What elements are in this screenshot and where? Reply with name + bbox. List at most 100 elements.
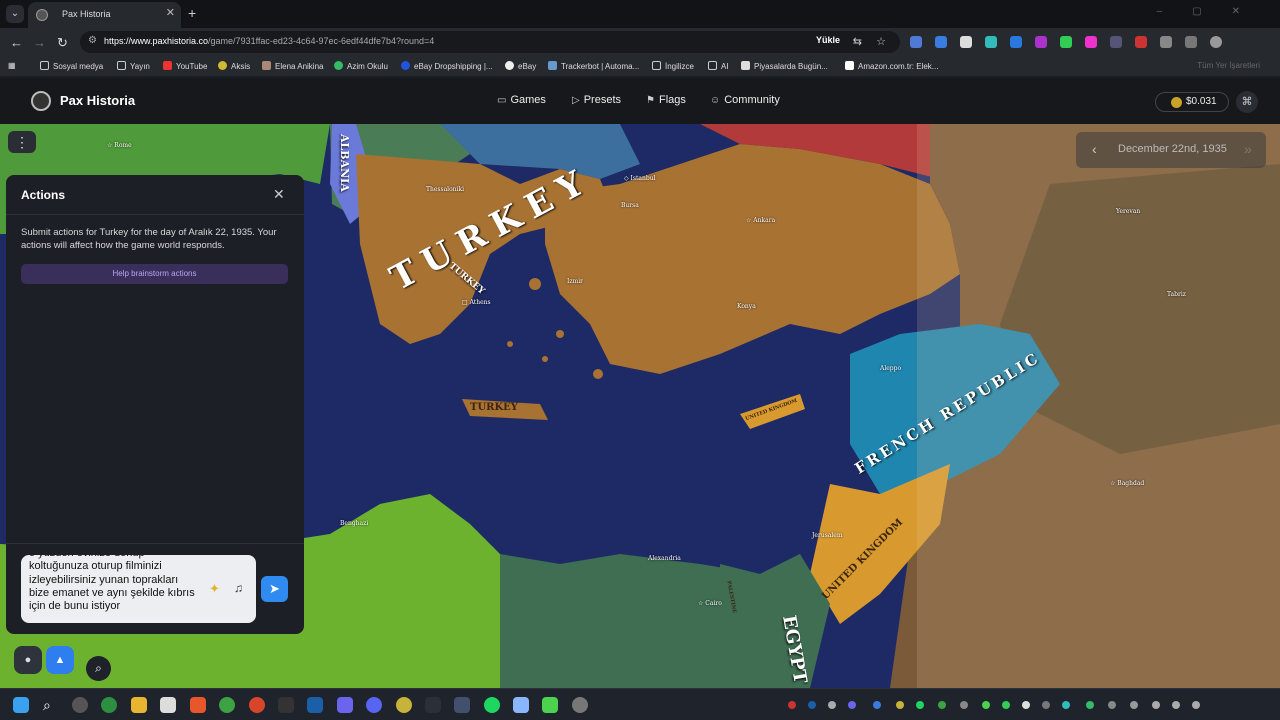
bookmark-item[interactable]: Aksis <box>218 61 250 71</box>
nav-flags[interactable]: ⚑ Flags <box>646 94 686 106</box>
app-icon[interactable] <box>572 697 588 713</box>
site-brand[interactable]: Pax Historia <box>60 93 135 108</box>
send-button[interactable]: ➤ <box>261 576 288 602</box>
app-icon[interactable] <box>425 697 441 713</box>
app-icon[interactable] <box>72 697 88 713</box>
address-bar[interactable]: ⚙ https://www.paxhistoria.co/game/7931ff… <box>80 31 900 53</box>
city-rome[interactable]: ☆ Rome <box>107 142 132 149</box>
bookmark-item[interactable]: Elena Anikina <box>262 61 323 71</box>
extension-icon[interactable] <box>985 36 997 48</box>
map-search-button[interactable]: ⌕ <box>86 656 111 681</box>
sparkle-icon[interactable]: ✦ <box>209 581 220 597</box>
extension-icon[interactable] <box>1010 36 1022 48</box>
balance-badge[interactable]: $0.031 <box>1155 92 1229 112</box>
window-controls[interactable]: –▢✕ <box>1157 6 1270 17</box>
nav-games[interactable]: ▭ Games <box>497 94 546 106</box>
extension-icon[interactable] <box>910 36 922 48</box>
app-icon[interactable] <box>513 697 529 713</box>
tray-icon[interactable] <box>1130 701 1138 709</box>
bookmark-item[interactable]: eBay <box>505 61 536 71</box>
bookmark-star-icon[interactable]: ☆ <box>876 35 886 48</box>
nav-presets[interactable]: ▷ Presets <box>572 94 621 106</box>
tray-icon[interactable] <box>1062 701 1070 709</box>
extension-icon[interactable] <box>1060 36 1072 48</box>
action-text[interactable]: o yüzden evinize dönüp koltuğunuza oturu… <box>29 555 199 613</box>
install-button[interactable]: Yükle <box>816 35 840 45</box>
volume-icon[interactable] <box>1172 701 1180 709</box>
chrome-icon[interactable] <box>219 697 235 713</box>
tab-list-chevron-icon[interactable]: ⌄ <box>6 5 24 23</box>
tray-icon[interactable] <box>873 701 881 709</box>
close-icon[interactable]: ✕ <box>273 186 285 203</box>
tray-icon[interactable] <box>808 701 816 709</box>
brave-icon[interactable] <box>190 697 206 713</box>
new-tab-plus-icon[interactable]: + <box>188 5 196 21</box>
actions-toggle-button[interactable]: ▲ <box>46 646 74 674</box>
city-bursa[interactable]: Bursa <box>621 202 639 209</box>
next-day-chevron-icon[interactable]: » <box>1244 141 1252 157</box>
tray-icon[interactable] <box>828 701 836 709</box>
all-bookmarks[interactable]: Tüm Yer İşaretleri <box>1197 61 1260 70</box>
city-aleppo[interactable]: Aleppo <box>880 365 901 372</box>
tray-icon[interactable] <box>982 701 990 709</box>
browser-tab[interactable]: Pax Historia ✕ <box>28 2 181 28</box>
bookmark-item[interactable]: Trackerbot | Automa... <box>548 61 639 71</box>
extension-icon[interactable] <box>1110 36 1122 48</box>
extension-icon[interactable] <box>1135 36 1147 48</box>
previous-day-chevron-icon[interactable]: ‹ <box>1092 141 1097 157</box>
action-textarea[interactable]: o yüzden evinize dönüp koltuğunuza oturu… <box>21 555 256 623</box>
city-cairo[interactable]: ☆ Cairo <box>698 600 722 607</box>
bookmark-item[interactable]: Sosyal medya <box>40 61 103 71</box>
city-konya[interactable]: Konya <box>737 303 756 310</box>
reading-list-icon[interactable] <box>1185 36 1197 48</box>
city-istanbul[interactable]: ◇ Istanbul <box>624 175 655 182</box>
chat-button[interactable]: ● <box>14 646 42 674</box>
windows-start-icon[interactable] <box>13 697 29 713</box>
bookmark-item[interactable]: YouTube <box>163 61 207 71</box>
city-ankara[interactable]: ☆ Ankara <box>746 217 775 224</box>
tray-icon[interactable] <box>916 701 924 709</box>
translate-icon[interactable]: ⇆ <box>853 35 862 48</box>
site-info-icon[interactable]: ⚙ <box>88 35 97 46</box>
city-thessaloniki[interactable]: Thessaloniki <box>426 186 464 193</box>
app-icon[interactable] <box>454 697 470 713</box>
bookmark-item[interactable]: İngilizce <box>652 61 694 71</box>
epic-games-icon[interactable] <box>278 697 294 713</box>
city-tabriz[interactable]: Tabriz <box>1167 291 1186 298</box>
tray-icon[interactable] <box>1042 701 1050 709</box>
bookmark-item[interactable]: Azim Okulu <box>334 61 388 71</box>
forward-arrow-icon[interactable]: → <box>33 35 46 50</box>
tab-close-icon[interactable]: ✕ <box>166 6 175 19</box>
city-izmir[interactable]: Izmir <box>567 278 583 285</box>
more-menu-button[interactable]: ⋮ <box>8 131 36 153</box>
tray-icon[interactable] <box>1108 701 1116 709</box>
back-arrow-icon[interactable]: ← <box>10 35 23 50</box>
tray-icon[interactable] <box>1002 701 1010 709</box>
microphone-icon[interactable]: ♫ <box>234 581 243 595</box>
app-icon[interactable] <box>249 697 265 713</box>
bookmark-item[interactable]: eBay Dropshipping |... <box>401 61 493 71</box>
wifi-icon[interactable] <box>1152 701 1160 709</box>
extension-icon[interactable] <box>960 36 972 48</box>
nav-community[interactable]: ☺ Community <box>710 94 780 106</box>
file-explorer-icon[interactable] <box>131 697 147 713</box>
extension-icon[interactable] <box>1035 36 1047 48</box>
city-baghdad[interactable]: ☆ Baghdad <box>1110 480 1144 487</box>
extensions-puzzle-icon[interactable] <box>1160 36 1172 48</box>
xbox-icon[interactable] <box>101 697 117 713</box>
tray-icon[interactable] <box>938 701 946 709</box>
city-jerusalem[interactable]: Jerusalem <box>812 532 843 539</box>
controller-icon[interactable]: ⌘ <box>1236 91 1258 113</box>
bookmark-item[interactable]: Yayın <box>117 61 150 71</box>
battery-icon[interactable] <box>1192 701 1200 709</box>
discord-icon[interactable] <box>366 697 382 713</box>
app-icon[interactable] <box>396 697 412 713</box>
bookmark-item[interactable]: AI <box>708 61 729 71</box>
extension-icon[interactable] <box>935 36 947 48</box>
tray-icon[interactable] <box>848 701 856 709</box>
city-athens[interactable]: □ Athens <box>462 299 491 306</box>
reload-icon[interactable]: ↻ <box>57 35 68 51</box>
extension-icon[interactable] <box>1085 36 1097 48</box>
bookmark-item[interactable]: Amazon.com.tr: Elek... <box>845 61 938 71</box>
app-icon[interactable] <box>542 697 558 713</box>
